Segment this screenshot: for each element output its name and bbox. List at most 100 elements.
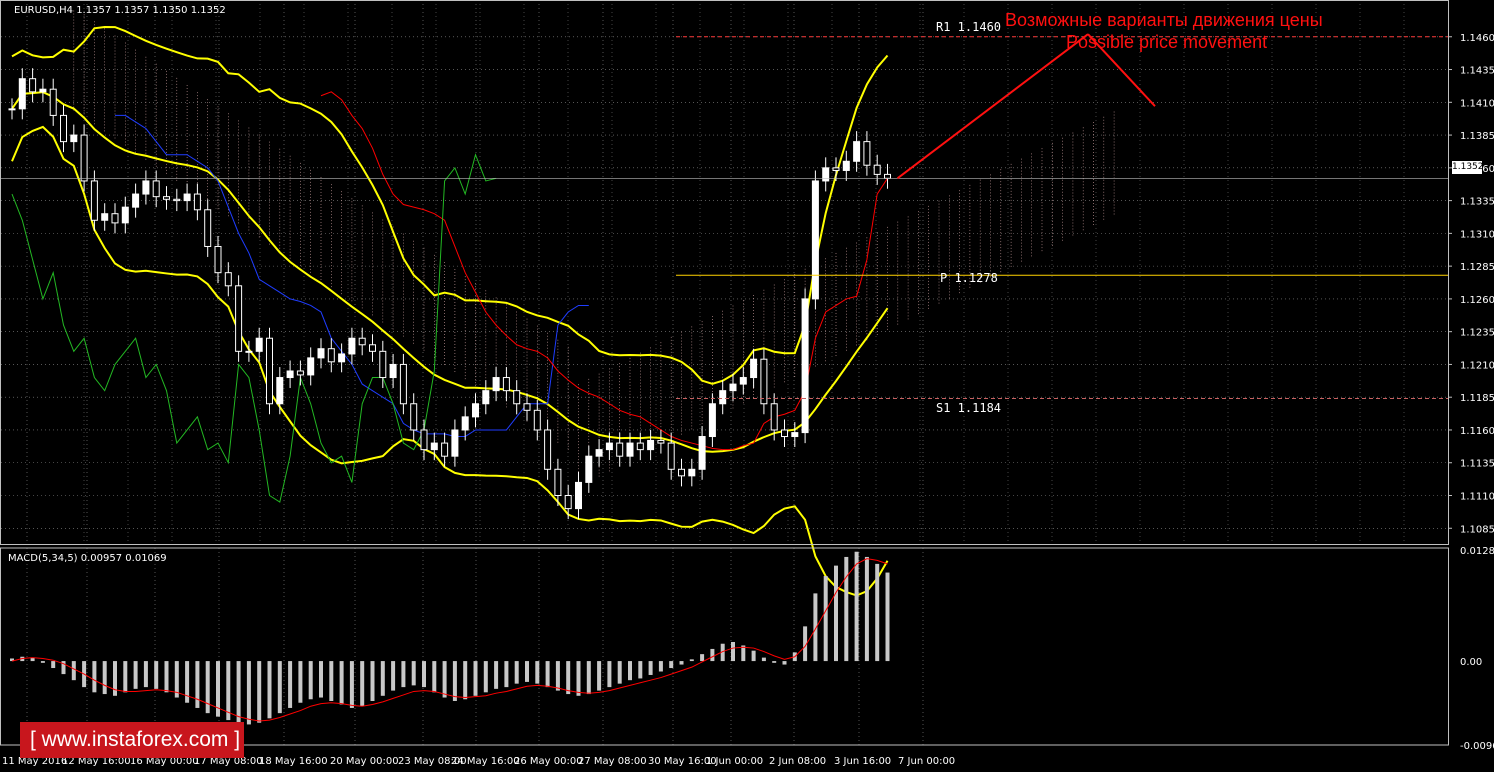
macd-bar [638,661,643,679]
candle-body [564,495,572,510]
macd-bar [102,661,107,695]
candle-body [585,455,593,483]
candle-body [842,160,850,171]
candle-body [317,348,325,359]
y-tick-label: 1.1385 [1460,131,1494,142]
macd-bar [339,661,344,705]
candle-body [266,337,273,405]
candle-body [163,196,170,200]
candle-body [286,370,294,379]
macd-bar [875,563,880,662]
macd-bar [885,572,890,662]
y-tick-label: 1.1110 [1460,492,1494,503]
macd-bar [669,661,674,669]
candle-body [327,348,335,363]
macd-bar [411,661,416,686]
macd-bar [834,565,838,662]
level-p-label: P 1.1278 [940,271,998,285]
candle-body [451,429,459,457]
macd-bar [566,661,571,695]
macd-bar [504,661,509,688]
x-tick-label: 7 Jun 00:00 [898,756,955,767]
candle-body [822,167,830,182]
candle-body [605,442,613,451]
candle-body [441,442,449,457]
candle-body [853,141,861,162]
macd-bar [164,661,169,693]
macd-y-tick-label: 0.00 [1460,657,1482,668]
macd-bar [607,661,612,688]
candle-body [276,377,284,405]
macd-y-tick-label: -0.00967 [1460,741,1494,752]
candle-body [513,390,521,405]
candle-body [678,468,685,477]
candle-body [132,193,140,208]
candle-body [657,439,665,444]
macd-y-tick-label: 0.0128 [1460,546,1494,557]
current-price-tag: 1.1352 [1452,161,1484,174]
macd-bar [494,661,499,689]
chart-background [0,0,1494,772]
candle-body [523,403,531,411]
candle-body [420,429,428,451]
brand-logo[interactable]: [ www.instaforex.com ] [20,722,244,758]
macd-bar [267,661,272,719]
macd-bar [751,650,756,662]
macd-bar [113,661,117,696]
candle-body [595,449,603,457]
macd-bar [277,661,282,714]
annotation-ru: Возможные варианты движения цены [1005,10,1323,30]
candle-body [399,363,407,405]
macd-bar [92,661,97,693]
annotation-en: Possible price movement [1066,32,1267,52]
candle-body [430,442,438,451]
chart-canvas: 1.14601.14351.14101.13851.13601.13351.13… [0,0,1494,772]
candle-body [90,180,98,221]
candle-body [183,193,191,202]
candle-body [379,350,387,379]
candle-body [49,88,57,116]
macd-bar [700,654,705,662]
candle-body [708,403,716,438]
macd-bar [586,661,591,695]
candle-body [296,370,304,376]
x-tick-label: 20 May 00:00 [330,756,399,767]
x-tick-label: 2 Jun 08:00 [769,756,826,767]
macd-bar [679,661,684,665]
candle-body [80,134,88,182]
macd-bar [545,661,550,688]
macd-bar [463,661,468,700]
macd-header: MACD(5,34,5) 0.00957 0.01069 [8,553,167,564]
candle-body [338,353,346,363]
candle-body [492,377,500,392]
y-tick-label: 1.1135 [1460,459,1494,470]
candle-body [348,337,356,355]
candle-body [235,285,243,352]
macd-bar [844,556,849,662]
candle-body [884,173,891,179]
candle-body [832,167,840,171]
candle-body [698,436,706,470]
candle-body [533,409,541,431]
candle-body [873,164,881,175]
candle-body [204,209,212,247]
macd-bar [514,661,519,684]
y-tick-label: 1.1310 [1460,229,1494,240]
candle-body [616,442,624,457]
macd-bar [823,576,828,662]
candle-body [173,198,181,202]
candle-body [472,403,479,418]
candle-body [811,180,819,300]
candle-body [121,206,129,224]
candle-body [224,272,232,287]
candle-body [255,337,263,352]
macd-bar [854,551,859,662]
candle-body [70,134,78,143]
x-tick-label: 27 May 08:00 [578,756,647,767]
y-tick-label: 1.1460 [1460,33,1494,44]
macd-bar [71,661,76,681]
candle-body [389,363,397,379]
macd-bar [123,661,128,693]
candle-body [39,88,47,93]
macd-bar [483,661,488,693]
